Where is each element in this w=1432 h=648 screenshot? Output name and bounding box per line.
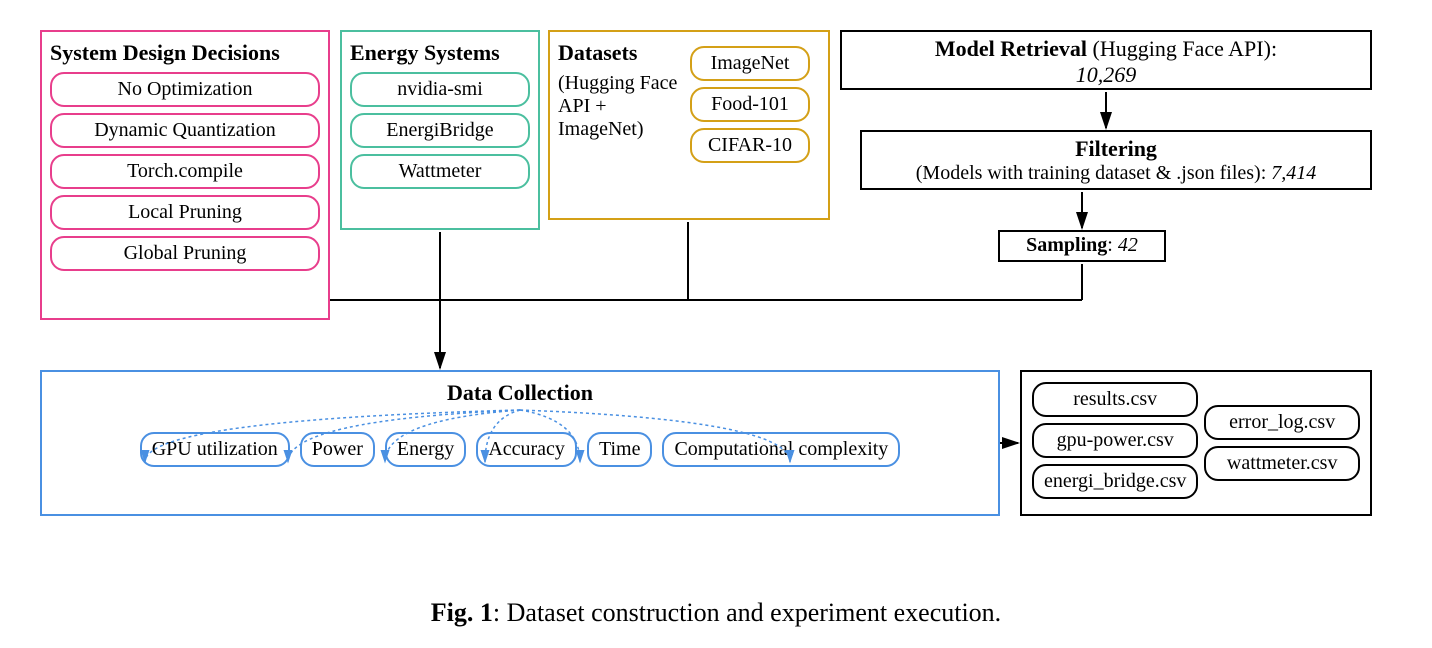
metric-item: GPU utilization [140,432,290,467]
outputs-left-col: results.csv gpu-power.csv energi_bridge.… [1032,382,1198,504]
filtering-box: Filtering (Models with training dataset … [860,130,1372,190]
output-file: wattmeter.csv [1204,446,1360,481]
metric-item: Computational complexity [662,432,900,467]
sys-item: Local Pruning [50,195,320,230]
figure-number: Fig. 1 [431,598,493,627]
metric-item: Energy [385,432,466,467]
model-retrieval-value: 10,269 [846,62,1366,88]
model-retrieval-box: Model Retrieval (Hugging Face API): 10,2… [840,30,1372,90]
data-collection-row: GPU utilization Power Energy Accuracy Ti… [50,432,990,467]
energy-item: Wattmeter [350,154,530,189]
system-design-title: System Design Decisions [50,40,320,66]
energy-item: nvidia-smi [350,72,530,107]
output-file: gpu-power.csv [1032,423,1198,458]
pipeline-diagram: System Design Decisions No Optimization … [20,20,1412,580]
energy-title: Energy Systems [350,40,530,66]
datasets-title: Datasets [558,40,684,66]
sys-item: No Optimization [50,72,320,107]
output-file: results.csv [1032,382,1198,417]
energy-item: EnergiBridge [350,113,530,148]
outputs-right-col: error_log.csv wattmeter.csv [1204,382,1360,504]
figure-text: : Dataset construction and experiment ex… [493,598,1001,627]
model-retrieval-paren: (Hugging Face API): [1087,36,1277,61]
filtering-detail-line: (Models with training dataset & .json fi… [866,162,1366,185]
energy-systems-box: Energy Systems nvidia-smi EnergiBridge W… [340,30,540,230]
outputs-box: results.csv gpu-power.csv energi_bridge.… [1020,370,1372,516]
filtering-value: 7,414 [1271,162,1316,184]
data-collection-box: Data Collection GPU utilization Power En… [40,370,1000,516]
system-design-box: System Design Decisions No Optimization … [40,30,330,320]
filtering-label: Filtering [866,136,1366,162]
figure-caption: Fig. 1: Dataset construction and experim… [20,598,1412,628]
filtering-detail: (Models with training dataset & .json fi… [916,162,1272,184]
output-file: energi_bridge.csv [1032,464,1198,499]
datasets-left: Datasets (Hugging Face API + ImageNet) [558,40,690,210]
datasets-box: Datasets (Hugging Face API + ImageNet) I… [548,30,830,220]
model-retrieval-line1: Model Retrieval (Hugging Face API): [846,36,1366,62]
dataset-item: ImageNet [690,46,810,81]
output-file: error_log.csv [1204,405,1360,440]
sampling-box: Sampling: 42 [998,230,1166,262]
sys-item: Global Pruning [50,236,320,271]
dataset-item: Food-101 [690,87,810,122]
model-retrieval-label: Model Retrieval [935,36,1087,61]
sys-item: Dynamic Quantization [50,113,320,148]
metric-item: Power [300,432,375,467]
datasets-subtitle: (Hugging Face API + ImageNet) [558,72,684,141]
metric-item: Time [587,432,653,467]
sys-item: Torch.compile [50,154,320,189]
sampling-value: 42 [1118,234,1138,256]
sampling-label: Sampling [1026,234,1107,256]
dataset-item: CIFAR-10 [690,128,810,163]
datasets-right: ImageNet Food-101 CIFAR-10 [690,40,810,210]
data-collection-title: Data Collection [50,380,990,406]
metric-item: Accuracy [476,432,577,467]
